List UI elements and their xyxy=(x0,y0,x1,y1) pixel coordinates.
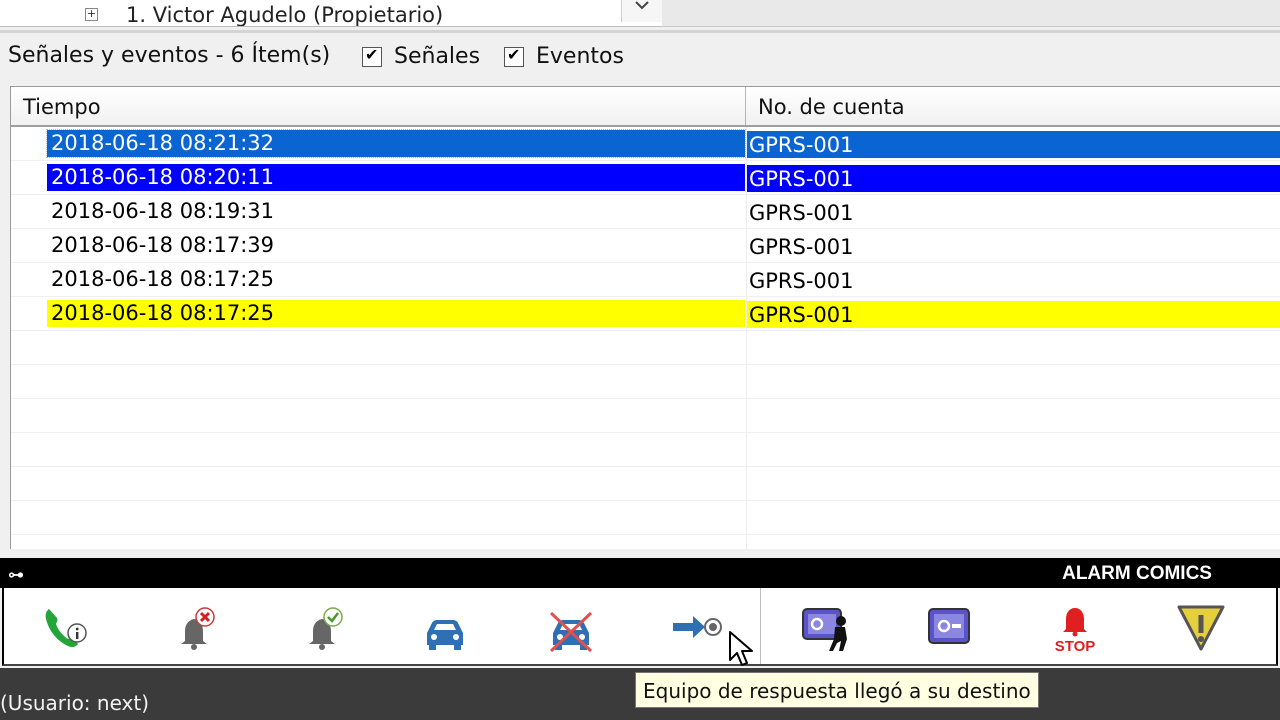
signals-checkbox[interactable]: Señales xyxy=(362,44,480,69)
table-row[interactable]: 2018-06-18 08:20:11 GPRS-001 xyxy=(11,161,1280,195)
arrow-target-icon xyxy=(673,616,722,638)
phone-info-icon xyxy=(45,609,87,648)
patrol-car-cancel-button[interactable] xyxy=(540,596,602,658)
empty-row xyxy=(11,331,1280,365)
grid-header: Tiempo No. de cuenta xyxy=(11,87,1280,127)
phone-info-button[interactable] xyxy=(34,596,96,658)
cell-account[interactable]: GPRS-001 xyxy=(747,131,1280,158)
pin-icon[interactable]: ⊶ xyxy=(8,565,24,584)
cell-account[interactable]: GPRS-001 xyxy=(747,233,1280,260)
table-row[interactable]: 2018-06-18 08:21:32 GPRS-001 xyxy=(11,127,1280,161)
top-right-area xyxy=(662,0,1280,27)
cell-time[interactable]: 2018-06-18 08:17:25 xyxy=(47,300,745,327)
tree-node-label[interactable]: 1. Victor Agudelo (Propietario) xyxy=(126,2,443,26)
column-header-account[interactable]: No. de cuenta xyxy=(746,87,1280,125)
events-checkbox[interactable]: Eventos xyxy=(504,44,624,69)
cell-time[interactable]: 2018-06-18 08:19:31 xyxy=(47,198,745,225)
alarm-panel-icon xyxy=(928,608,970,644)
warning-icon xyxy=(1177,605,1225,651)
stop-bell-icon: STOP xyxy=(1055,608,1096,655)
checkbox-checked-icon[interactable] xyxy=(504,45,524,67)
warning-button[interactable] xyxy=(1170,596,1232,658)
empty-row xyxy=(11,467,1280,501)
bell-check-icon xyxy=(309,607,343,650)
cell-time[interactable]: 2018-06-18 08:17:25 xyxy=(47,266,745,293)
grid-rows: 2018-06-18 08:21:32 GPRS-001 2018-06-18 08… xyxy=(11,127,1280,535)
splitter[interactable] xyxy=(0,30,1280,33)
table-row[interactable]: 2018-06-18 08:17:25 GPRS-001 xyxy=(11,297,1280,331)
cell-time[interactable]: 2018-06-18 08:21:32 xyxy=(46,129,746,158)
empty-row xyxy=(11,433,1280,467)
account-tree-dropdown[interactable]: + 1. Victor Agudelo (Propietario) xyxy=(0,0,662,27)
status-user-text: (Usuario: next) xyxy=(0,691,150,715)
bell-cancel-button[interactable] xyxy=(164,596,226,658)
cell-time[interactable]: 2018-06-18 08:17:39 xyxy=(47,232,745,259)
table-row[interactable]: 2018-06-18 08:17:25 GPRS-001 xyxy=(11,263,1280,297)
checkbox-checked-icon[interactable] xyxy=(362,45,382,67)
patrol-car-button[interactable] xyxy=(414,596,476,658)
tooltip: Equipo de respuesta llegó a su destino xyxy=(635,672,1039,708)
panel-intruder-button[interactable] xyxy=(792,596,854,658)
bell-check-button[interactable] xyxy=(292,596,354,658)
empty-row xyxy=(11,501,1280,535)
stop-label: STOP xyxy=(1055,638,1096,655)
cell-account[interactable]: GPRS-001 xyxy=(747,301,1280,328)
toolbar-title: ALARM COMICS xyxy=(1062,563,1212,584)
column-header-time[interactable]: Tiempo xyxy=(11,87,746,125)
patrol-car-icon xyxy=(427,620,463,650)
stop-bell-button[interactable]: STOP xyxy=(1044,596,1106,658)
empty-row xyxy=(11,365,1280,399)
tree-expander-icon[interactable]: + xyxy=(85,8,98,21)
toolbar-title-bar: ⊶ ALARM COMICS xyxy=(0,558,1280,588)
events-checkbox-label: Eventos xyxy=(536,44,624,69)
cell-account[interactable]: GPRS-001 xyxy=(747,199,1280,226)
table-row[interactable]: 2018-06-18 08:17:39 GPRS-001 xyxy=(11,229,1280,263)
panel-title: Señales y eventos - 6 Ítem(s) xyxy=(8,43,331,68)
alarm-panel-button[interactable] xyxy=(918,596,980,658)
response-arrived-button[interactable] xyxy=(666,596,728,658)
bell-cancel-icon xyxy=(181,607,215,650)
mouse-cursor-icon xyxy=(729,631,753,666)
cell-account[interactable]: GPRS-001 xyxy=(747,267,1280,294)
signals-checkbox-label: Señales xyxy=(394,44,481,69)
cell-account[interactable]: GPRS-001 xyxy=(747,165,1280,192)
patrol-car-cancel-icon xyxy=(549,611,593,653)
action-toolbar: STOP xyxy=(2,588,1278,666)
chevron-down-icon[interactable] xyxy=(621,0,662,22)
table-row[interactable]: 2018-06-18 08:19:31 GPRS-001 xyxy=(11,195,1280,229)
empty-row xyxy=(11,399,1280,433)
cell-time[interactable]: 2018-06-18 08:20:11 xyxy=(47,164,745,191)
panel-intruder-icon xyxy=(802,608,847,651)
events-grid[interactable]: Tiempo No. de cuenta 2018-06-18 08:21:32… xyxy=(10,86,1280,549)
